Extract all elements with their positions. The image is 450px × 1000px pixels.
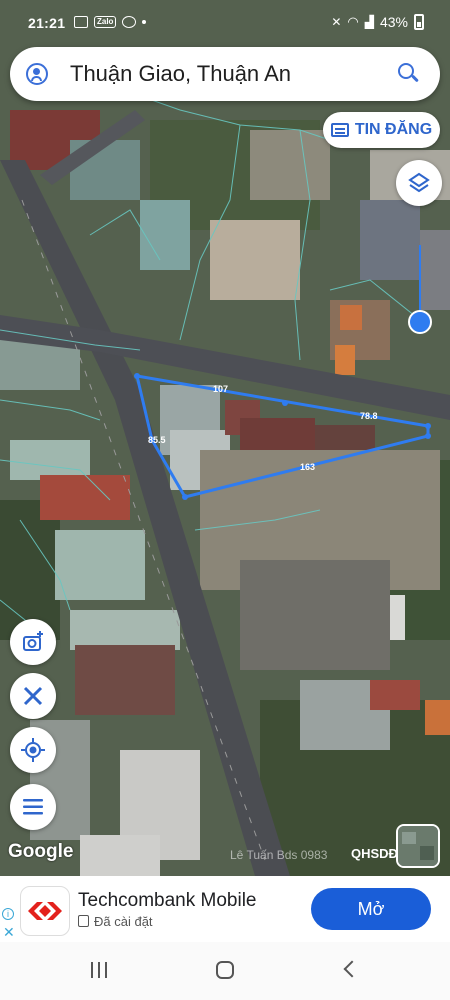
battery-percent: 43% [379, 14, 408, 30]
techcombank-logo-icon [28, 902, 62, 920]
ad-close-icon[interactable]: ✕ [3, 925, 15, 939]
status-right: ✕ ◠ ▟ 43% [331, 14, 424, 30]
map-thumbnail[interactable] [396, 824, 440, 868]
signal-icon: ▟ [364, 15, 374, 29]
camera-plus-icon [23, 631, 43, 651]
ad-banner[interactable]: i ✕ Techcombank Mobile Đã cài đặt Mở [0, 876, 450, 942]
mute-icon: ✕ [331, 15, 342, 29]
plot-dimension-northeast: 78.8 [360, 411, 378, 421]
watermark-text: Lê Tuấn Bds 0983 [230, 848, 328, 862]
plot-dimension-north: 107 [213, 384, 228, 394]
zalo-icon: Zalo [94, 16, 117, 28]
home-icon[interactable] [216, 961, 234, 979]
installed-icon [78, 915, 89, 927]
add-photo-button[interactable] [10, 619, 56, 665]
measure-tool-button[interactable] [10, 673, 56, 719]
thumbnail-image [398, 826, 438, 866]
ad-open-button[interactable]: Mở [311, 888, 431, 930]
ad-info-icon[interactable]: i [2, 908, 14, 920]
listing-button[interactable]: TIN ĐĂNG [323, 112, 440, 148]
shield-icon [122, 16, 137, 28]
more-notifications-icon [142, 20, 147, 24]
system-nav-bar [0, 942, 450, 1000]
search-bar[interactable]: Thuận Giao, Thuận An [10, 47, 440, 101]
gallery-icon [74, 16, 88, 28]
layers-icon [408, 172, 430, 193]
plot-dimension-west: 85.5 [148, 435, 166, 445]
ruler-tool-icon [23, 686, 43, 706]
back-icon[interactable] [343, 960, 361, 978]
techcombank-logo [20, 886, 70, 936]
plot-dimension-south: 163 [300, 462, 315, 472]
status-bar: 21:21 Zalo ✕ ◠ ▟ 43% [0, 0, 450, 48]
search-location-text[interactable]: Thuận Giao, Thuận An [70, 61, 396, 87]
battery-icon [414, 14, 424, 30]
my-location-icon [21, 738, 45, 762]
my-location-button[interactable] [10, 727, 56, 773]
ad-subtitle: Đã cài đặt [94, 914, 153, 929]
search-icon[interactable] [396, 61, 422, 87]
google-attribution: Google [8, 841, 74, 862]
ad-title: Techcombank Mobile [78, 890, 257, 911]
menu-button[interactable] [10, 784, 56, 830]
notification-icons: Zalo [74, 16, 147, 28]
layers-button[interactable] [396, 160, 442, 206]
listing-icon [330, 123, 349, 137]
account-icon[interactable] [26, 63, 48, 85]
status-time: 21:21 [28, 15, 66, 31]
menu-icon [23, 799, 43, 815]
recent-apps-icon[interactable] [91, 962, 107, 978]
wifi-icon: ◠ [347, 14, 359, 29]
listing-button-label: TIN ĐĂNG [354, 121, 433, 138]
